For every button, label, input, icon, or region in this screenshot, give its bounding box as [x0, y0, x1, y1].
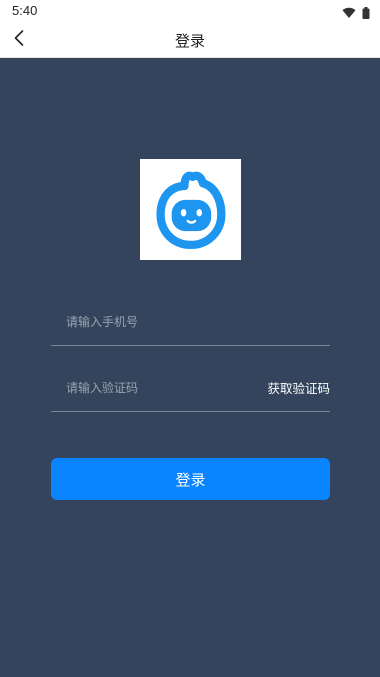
verification-code-input[interactable] — [51, 366, 256, 410]
status-icons — [342, 4, 370, 23]
page-title: 登录 — [174, 32, 205, 50]
status-bar: 5:40 — [0, 0, 380, 22]
status-time: 5:40 — [12, 3, 38, 18]
battery-icon — [362, 4, 370, 23]
phone-input[interactable] — [51, 300, 330, 344]
wifi-icon — [342, 4, 356, 23]
app-logo-icon — [140, 171, 241, 264]
login-button[interactable]: 登录 — [51, 458, 330, 500]
verification-code-field: 获取验证码 — [51, 366, 330, 412]
get-code-button[interactable]: 获取验证码 — [267, 378, 330, 397]
phone-field — [51, 300, 330, 346]
nav-bar: 登录 — [0, 22, 380, 58]
app-logo — [140, 159, 241, 260]
